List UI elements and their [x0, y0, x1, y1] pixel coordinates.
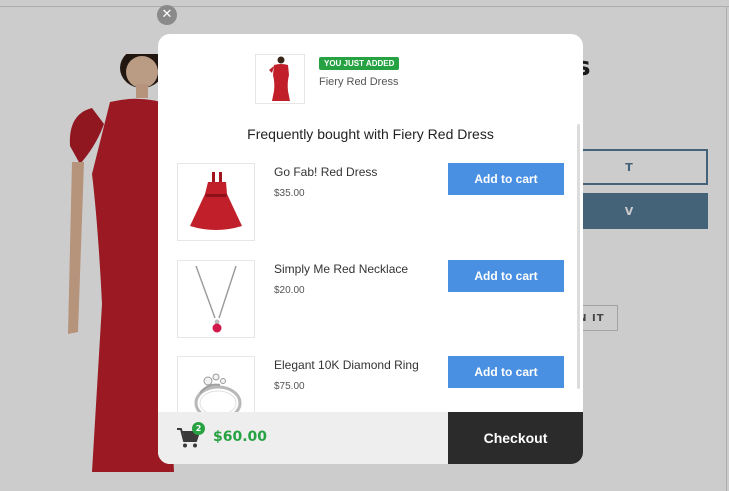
red-dress-icon	[190, 172, 242, 230]
product-thumbnail[interactable]	[177, 260, 255, 338]
product-price: $35.00	[274, 188, 305, 199]
modal-footer: 2 $60.00 Checkout	[158, 412, 583, 464]
add-to-cart-button[interactable]: Add to cart	[448, 260, 564, 292]
checkout-button[interactable]: Checkout	[448, 412, 583, 464]
just-added-badge: YOU JUST ADDED	[319, 57, 400, 70]
necklace-icon	[195, 265, 237, 333]
product-thumbnail[interactable]	[177, 163, 255, 241]
upsell-modal: YOU JUST ADDED Fiery Red Dress Frequentl…	[158, 34, 583, 464]
cart-total: $60.00	[213, 429, 268, 445]
modal-scrollbar[interactable]	[577, 124, 580, 389]
red-dress-thumbnail-icon	[269, 56, 290, 101]
add-to-cart-button[interactable]: Add to cart	[448, 163, 564, 195]
list-item: Go Fab! Red Dress $35.00 Add to cart	[177, 163, 567, 241]
list-item: Simply Me Red Necklace $20.00 Add to car…	[177, 260, 567, 338]
cart-summary: 2 $60.00	[158, 412, 448, 464]
product-price: $20.00	[274, 285, 305, 296]
product-price: $75.00	[274, 381, 305, 392]
frequently-bought-title: Frequently bought with Fiery Red Dress	[247, 126, 494, 142]
cart-count-badge: 2	[192, 422, 205, 435]
product-name[interactable]: Go Fab! Red Dress	[274, 165, 377, 179]
add-to-cart-button[interactable]: Add to cart	[448, 356, 564, 388]
close-icon[interactable]: ✕	[157, 5, 177, 25]
product-name[interactable]: Elegant 10K Diamond Ring	[274, 358, 419, 372]
added-product-name: Fiery Red Dress	[319, 76, 399, 88]
product-name[interactable]: Simply Me Red Necklace	[274, 262, 408, 276]
added-product-thumbnail	[255, 54, 305, 104]
